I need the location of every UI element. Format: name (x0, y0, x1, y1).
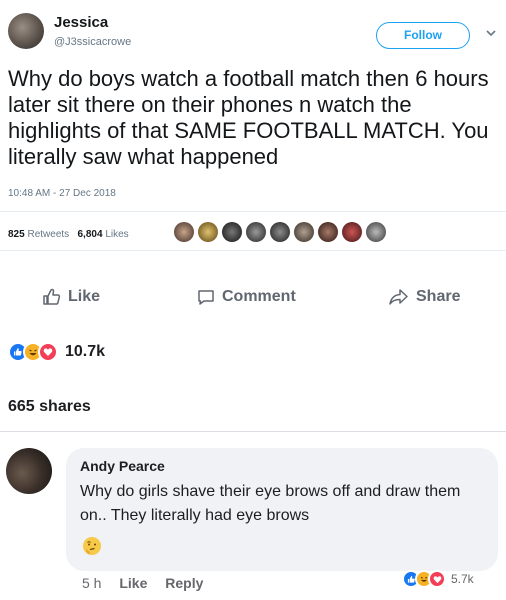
likes-count: 6,804 (77, 229, 103, 240)
retweets-label: Retweets (27, 229, 70, 240)
tweet-stats: 825 Retweets 6,804 Likes (0, 211, 506, 251)
comment-label: Comment (222, 288, 296, 305)
reaction-count: 10.7k (65, 343, 106, 360)
avatar[interactable] (174, 222, 194, 242)
retweets-count: 825 (8, 229, 25, 240)
avatar[interactable] (366, 222, 386, 242)
share-icon (389, 289, 408, 305)
avatar[interactable] (294, 222, 314, 242)
chevron-down-icon[interactable] (484, 26, 498, 40)
comment-reactions[interactable]: 5.7k (402, 568, 474, 590)
comment-text: Why do girls shave their eye brows off a… (80, 483, 461, 524)
avatar[interactable] (6, 448, 52, 494)
display-name[interactable]: Jessica (54, 14, 108, 31)
post-action-bar: Like Comment Share (0, 283, 506, 311)
timestamp[interactable]: 10:48 AM - 27 Dec 2018 (8, 188, 116, 199)
avatar[interactable] (246, 222, 266, 242)
love-reaction-icon (428, 570, 446, 588)
reaction-summary[interactable]: 10.7k (8, 340, 105, 364)
thumbs-up-icon (43, 288, 61, 305)
love-reaction-icon (38, 342, 58, 362)
avatar[interactable] (318, 222, 338, 242)
comment-button[interactable]: Comment (196, 283, 296, 311)
likes-label: Likes (105, 229, 129, 240)
comment-icon (198, 290, 214, 305)
like-button[interactable]: Like (42, 283, 100, 311)
tweet-text: Why do boys watch a football match then … (8, 66, 489, 169)
divider (0, 431, 506, 432)
avatar[interactable] (270, 222, 290, 242)
follow-button[interactable]: Follow (376, 22, 470, 49)
avatar[interactable] (198, 222, 218, 242)
tweet-card: Jessica @J3ssicacrowe Follow Why do boys… (0, 0, 506, 251)
avatar[interactable] (342, 222, 362, 242)
share-label: Share (416, 288, 461, 305)
comment-footer: 5 h Like Reply (82, 575, 217, 591)
comment-like-button[interactable]: Like (119, 575, 147, 591)
like-label: Like (68, 288, 101, 305)
comment-author[interactable]: Andy Pearce (80, 458, 165, 474)
comment-time[interactable]: 5 h (82, 575, 101, 591)
share-button[interactable]: Share (388, 283, 460, 311)
user-handle[interactable]: @J3ssicacrowe (54, 36, 131, 48)
comment-reaction-count: 5.7k (451, 572, 474, 586)
comment-reply-button[interactable]: Reply (165, 575, 203, 591)
avatar[interactable] (8, 13, 44, 49)
thinking-face-icon (83, 537, 101, 555)
engagement-counts[interactable]: 825 Retweets 6,804 Likes (8, 229, 129, 240)
avatar[interactable] (222, 222, 242, 242)
shares-count[interactable]: 665 shares (8, 398, 91, 416)
